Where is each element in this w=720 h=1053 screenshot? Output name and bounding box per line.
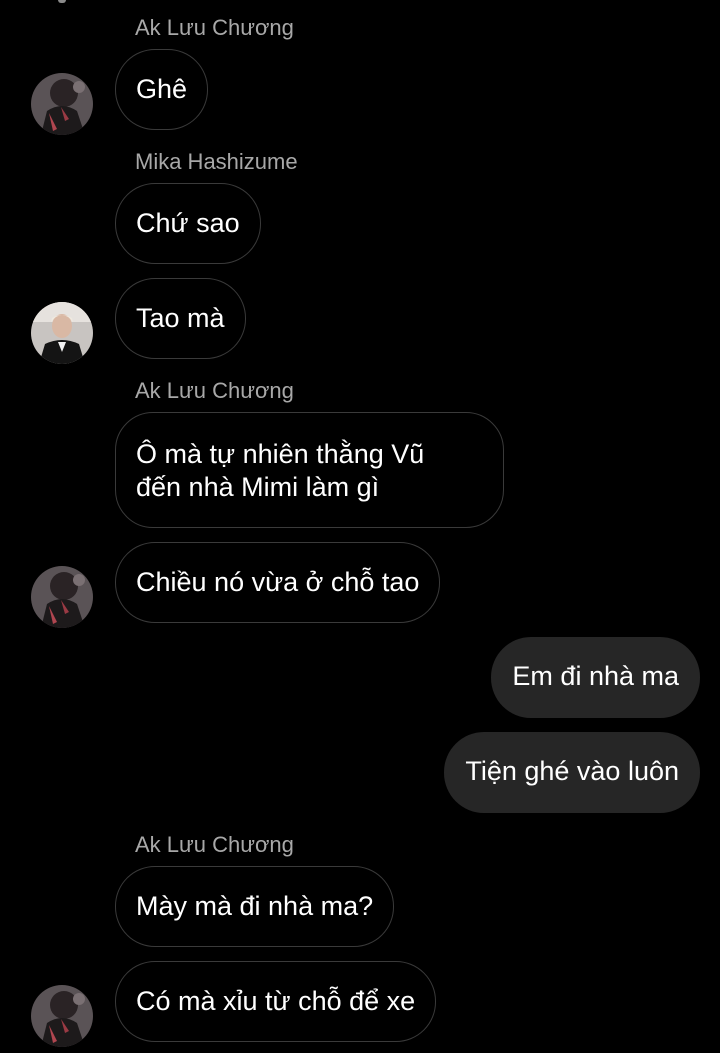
message-text-line: đến nhà Mimi làm gì (136, 472, 380, 502)
outgoing-message-bubble[interactable]: Em đi nhà ma (491, 637, 700, 718)
message-bubble[interactable]: Tao mà (115, 278, 246, 359)
message-text: Chiều nó vừa ở chỗ tao (136, 567, 420, 597)
avatar-ak[interactable] (31, 566, 93, 628)
message-text: Em đi nhà ma (512, 661, 679, 691)
message-bubble[interactable]: Chiều nó vừa ở chỗ tao (115, 542, 441, 623)
message-text: Có mà xỉu từ chỗ để xe (136, 986, 416, 1016)
sender-name: Ak Lưu Chương (135, 15, 294, 40)
message-text: Tiện ghé vào luôn (465, 756, 679, 786)
message-text: Tao mà (136, 303, 225, 333)
message-bubble[interactable]: Ô mà tự nhiên thằng Vũ đến nhà Mimi làm … (115, 412, 504, 528)
message-text-line: Ô mà tự nhiên thằng Vũ (136, 439, 425, 469)
message-bubble[interactable]: Ghê (115, 49, 209, 130)
outgoing-message-bubble[interactable]: Tiện ghé vào luôn (444, 732, 700, 813)
sender-name: Ak Lưu Chương (135, 378, 294, 403)
avatar-ak[interactable] (31, 73, 93, 135)
avatar-edge-fragment (58, 0, 66, 3)
message-text: Ghê (136, 74, 188, 104)
message-bubble[interactable]: Có mà xỉu từ chỗ để xe (115, 961, 437, 1042)
avatar-mika[interactable] (31, 302, 93, 364)
message-text: Mày mà đi nhà ma? (136, 891, 374, 921)
message-text: Chứ sao (136, 208, 240, 238)
sender-name: Mika Hashizume (135, 149, 298, 174)
avatar-ak[interactable] (31, 985, 93, 1047)
sender-name: Ak Lưu Chương (135, 832, 294, 857)
message-bubble[interactable]: Chứ sao (115, 183, 261, 264)
message-bubble[interactable]: Mày mà đi nhà ma? (115, 866, 395, 947)
